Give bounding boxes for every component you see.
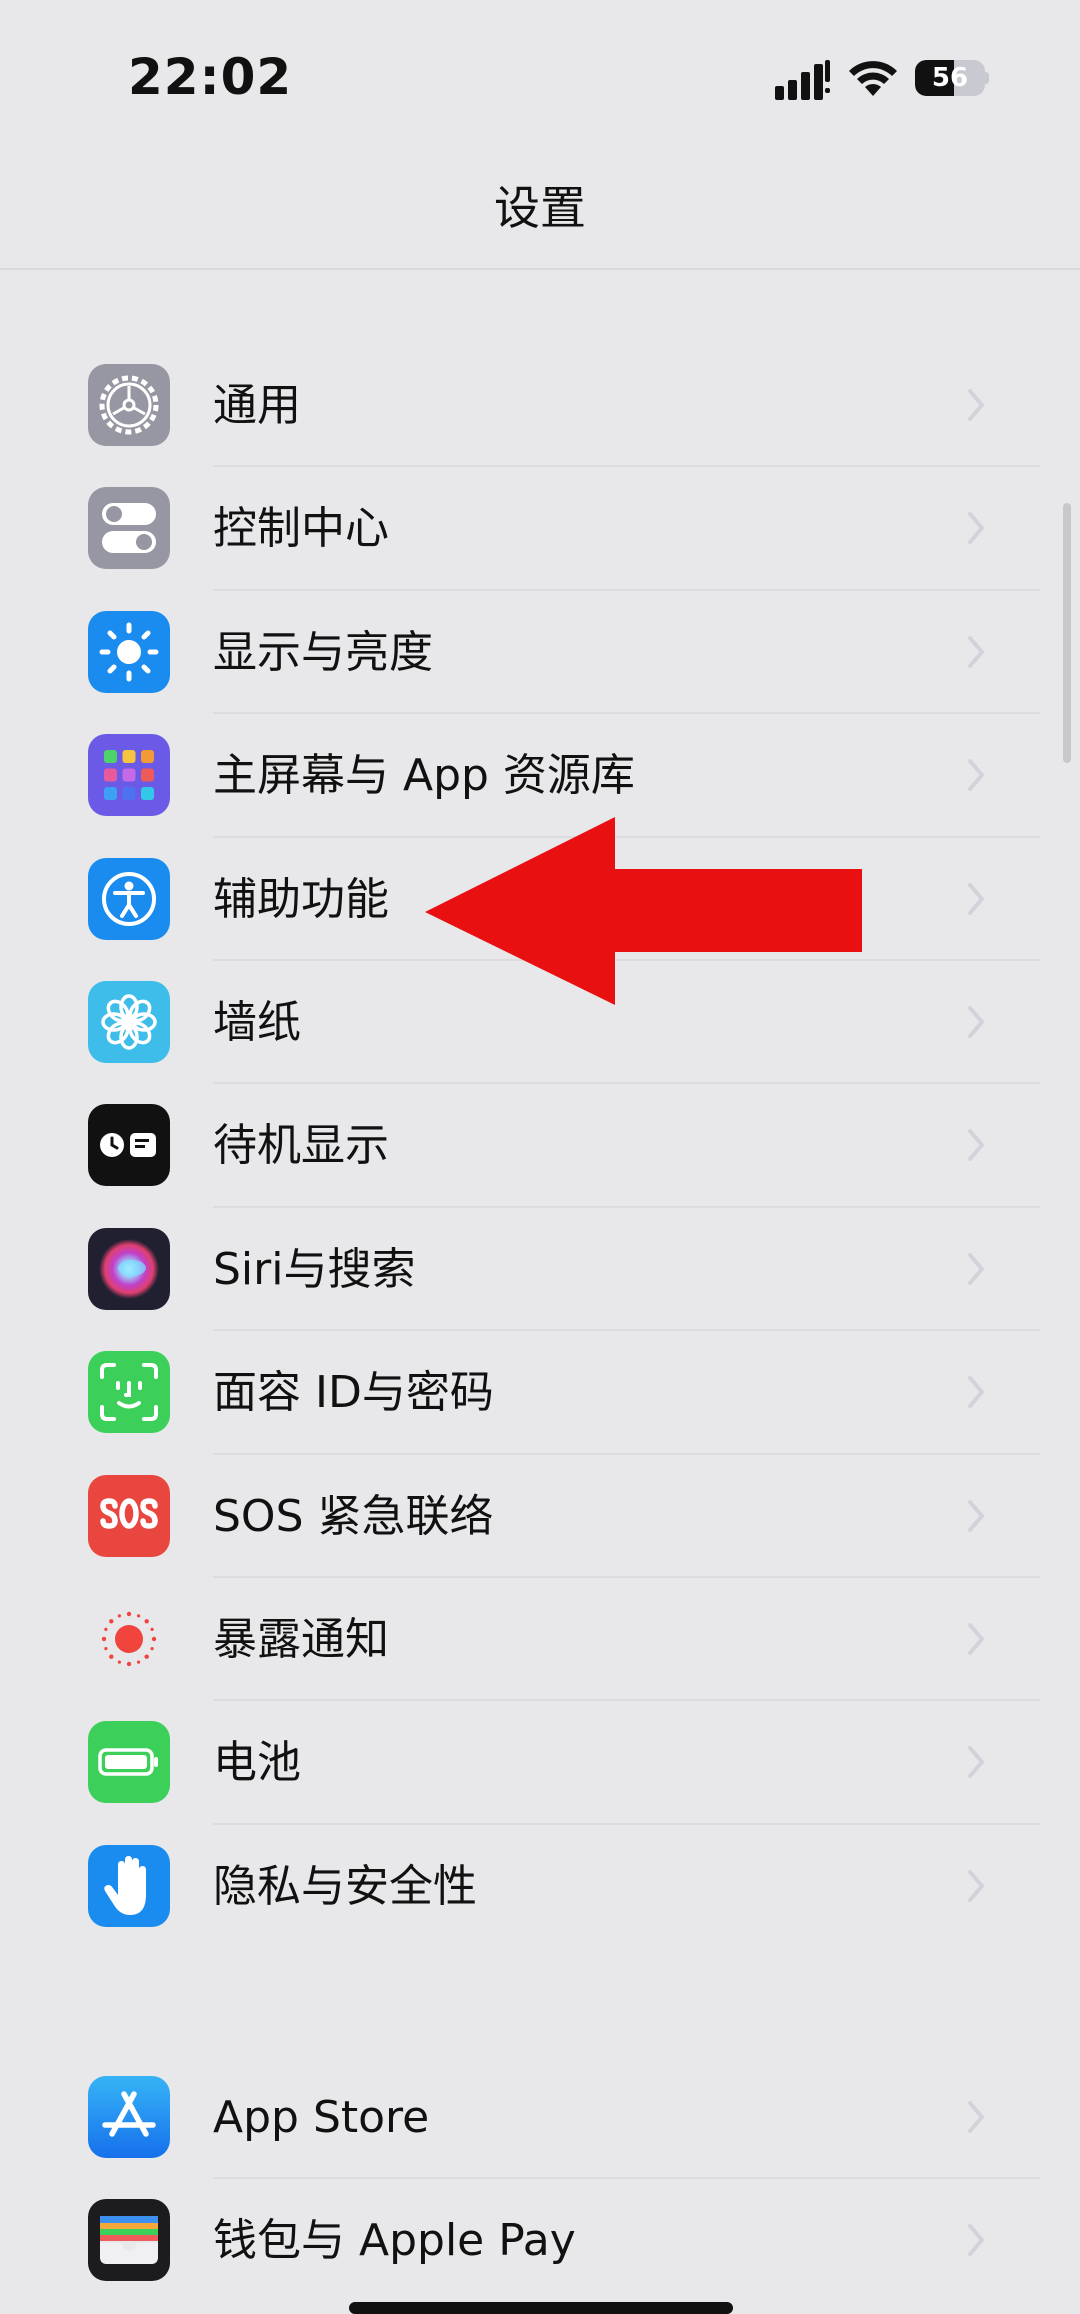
settings-group-1: 通用 控制中心 显示与亮度 主屏幕与 App 资源库 辅助功能 墙纸 待机显示 …	[0, 344, 1080, 1948]
settings-row-wallet[interactable]: 钱包与 Apple Pay	[0, 2179, 1080, 2302]
settings-row-face-id[interactable]: 面容 ID与密码	[0, 1331, 1080, 1455]
chevron-right-icon	[968, 1005, 984, 1038]
settings-row-battery[interactable]: 电池	[0, 1701, 1080, 1825]
settings-row-siri-search[interactable]: Siri与搜索	[0, 1208, 1080, 1332]
home-indicator[interactable]	[349, 2302, 733, 2314]
settings-row-control-center[interactable]: 控制中心	[0, 467, 1080, 591]
wallet-icon	[88, 2199, 170, 2281]
wifi-icon	[849, 61, 897, 96]
cellular-signal-icon	[775, 60, 830, 100]
settings-row-emergency-sos[interactable]: SOS 紧急联络	[0, 1455, 1080, 1578]
app-grid-icon	[88, 734, 170, 817]
sos-icon	[88, 1474, 170, 1557]
nav-divider	[0, 268, 1080, 270]
page-title: 设置	[494, 181, 586, 235]
settings-row-privacy-security[interactable]: 隐私与安全性	[0, 1825, 1080, 1948]
battery-level: 56	[931, 63, 969, 93]
battery-icon	[88, 1721, 170, 1804]
settings-row-label: 控制中心	[213, 503, 389, 555]
settings-row-label: 通用	[213, 380, 301, 431]
settings-group-2: App Store 钱包与 Apple Pay	[0, 2056, 1080, 2302]
accessibility-icon	[88, 857, 170, 940]
settings-row-label: 墙纸	[213, 996, 301, 1048]
settings-row-label: App Store	[213, 2092, 430, 2143]
settings-row-app-store[interactable]: App Store	[0, 2056, 1080, 2179]
settings-row-standby[interactable]: 待机显示	[0, 1084, 1080, 1208]
chevron-right-icon	[968, 635, 984, 668]
standby-icon	[88, 1104, 170, 1187]
annotation-arrow-icon	[425, 817, 862, 1005]
chevron-right-icon	[968, 1376, 984, 1409]
chevron-right-icon	[968, 2224, 984, 2256]
flower-icon	[88, 980, 170, 1063]
chevron-right-icon	[968, 389, 984, 421]
chevron-right-icon	[968, 2101, 984, 2133]
chevron-right-icon	[968, 512, 984, 545]
settings-row-label: 隐私与安全性	[213, 1860, 477, 1912]
chevron-right-icon	[968, 1499, 984, 1532]
scroll-indicator[interactable]	[1063, 503, 1071, 763]
chevron-right-icon	[968, 1746, 984, 1779]
chevron-right-icon	[968, 1622, 984, 1655]
settings-row-display-brightness[interactable]: 显示与亮度	[0, 591, 1080, 715]
settings-row-label: 待机显示	[213, 1120, 389, 1172]
settings-row-label: 钱包与 Apple Pay	[213, 2215, 576, 2266]
chevron-right-icon	[968, 1129, 984, 1162]
hand-icon	[88, 1844, 170, 1927]
settings-row-label: Siri与搜索	[213, 1243, 416, 1295]
sun-icon	[88, 610, 170, 693]
toggles-icon	[88, 487, 170, 570]
status-bar: 22:02 56	[0, 0, 1080, 150]
status-time: 22:02	[128, 48, 293, 106]
settings-row-exposure-notifications[interactable]: 暴露通知	[0, 1578, 1080, 1702]
settings-row-label: 显示与亮度	[213, 626, 433, 678]
siri-icon	[88, 1227, 170, 1310]
chevron-right-icon	[968, 759, 984, 792]
settings-row-label: SOS 紧急联络	[213, 1490, 494, 1542]
settings-row-label: 暴露通知	[213, 1613, 389, 1665]
settings-row-label: 辅助功能	[213, 873, 389, 925]
gear-icon	[88, 364, 170, 446]
chevron-right-icon	[968, 1252, 984, 1285]
exposure-icon	[88, 1597, 170, 1680]
face-id-icon	[88, 1351, 170, 1434]
chevron-right-icon	[968, 882, 984, 915]
battery-indicator: 56	[915, 58, 989, 98]
settings-row-label: 面容 ID与密码	[213, 1367, 494, 1419]
settings-row-label: 电池	[213, 1737, 301, 1789]
settings-row-general[interactable]: 通用	[0, 344, 1080, 468]
app-store-icon	[88, 2076, 170, 2158]
chevron-right-icon	[968, 1869, 984, 1902]
